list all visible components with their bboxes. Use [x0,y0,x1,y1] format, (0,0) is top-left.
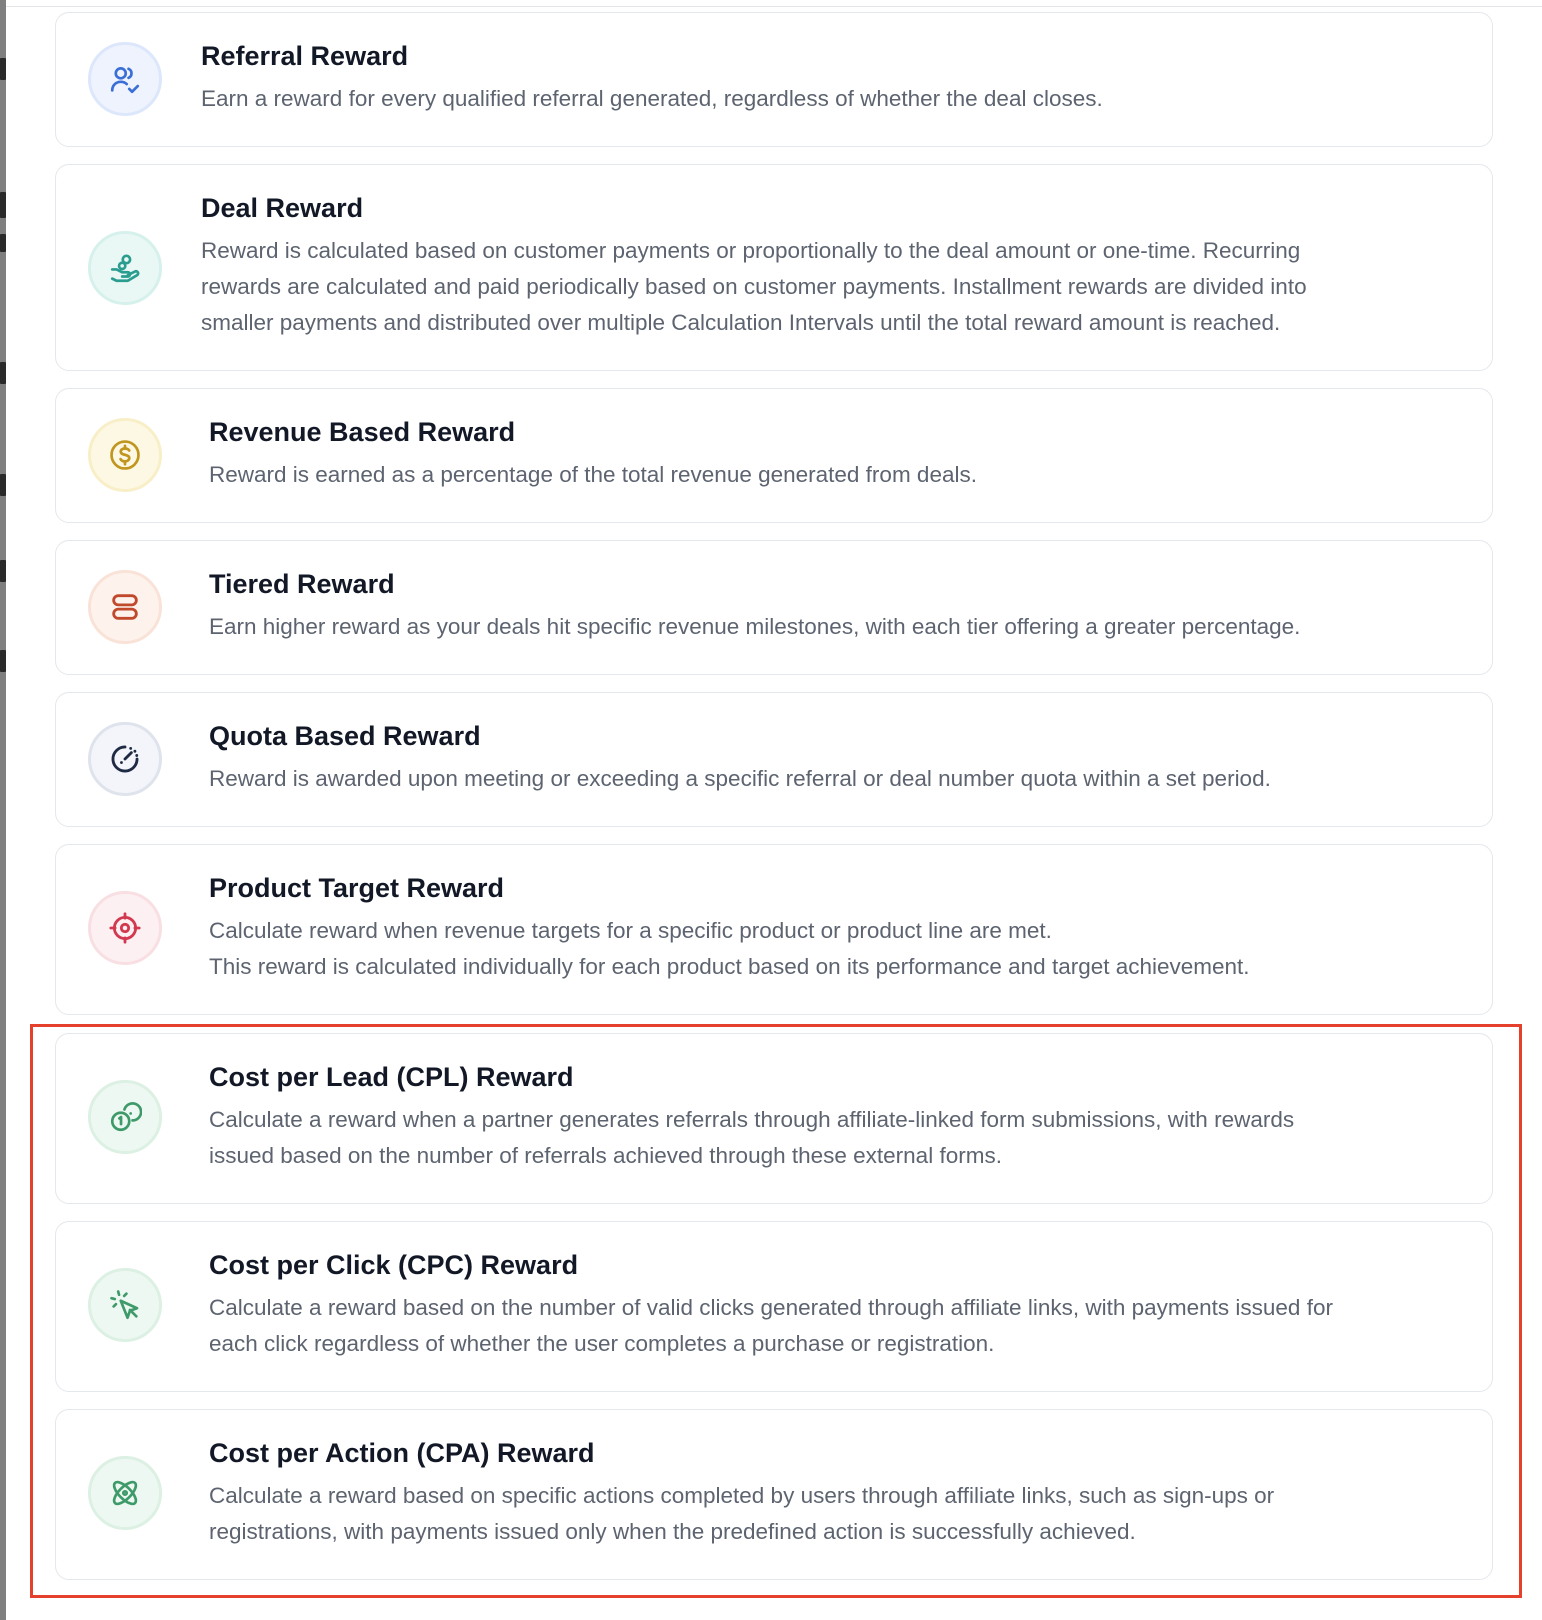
crosshair-icon [88,891,162,965]
reward-option-cpa[interactable]: Cost per Action (CPA) Reward Calculate a… [55,1409,1493,1580]
reward-description: Reward is earned as a percentage of the … [209,462,977,487]
reward-title: Deal Reward [201,193,364,223]
reward-description: Earn higher reward as your deals hit spe… [209,614,1301,639]
top-divider [6,6,1542,7]
reward-description: Calculate reward when revenue targets fo… [209,918,1250,979]
reward-option-cpl[interactable]: Cost per Lead (CPL) Reward Calculate a r… [55,1033,1493,1204]
hand-coins-icon [88,231,162,305]
reward-option-referral[interactable]: Referral Reward Earn a reward for every … [55,12,1493,147]
reward-title: Cost per Lead (CPL) Reward [209,1062,574,1092]
reward-title: Quota Based Reward [209,721,481,751]
reward-option-product-target[interactable]: Product Target Reward Calculate reward w… [55,844,1493,1015]
reward-option-cpc[interactable]: Cost per Click (CPC) Reward Calculate a … [55,1221,1493,1392]
reward-description: Calculate a reward when a partner genera… [209,1107,1295,1168]
background-panel-edge [0,0,6,1620]
reward-title: Referral Reward [201,41,409,71]
coins-icon [88,1080,162,1154]
reward-description: Calculate a reward based on the number o… [209,1295,1333,1356]
reward-description: Reward is calculated based on customer p… [201,238,1307,335]
tiers-icon [88,570,162,644]
dollar-circle-icon [88,418,162,492]
reward-description: Earn a reward for every qualified referr… [201,86,1103,111]
reward-title: Product Target Reward [209,873,505,903]
reward-title: Tiered Reward [209,569,395,599]
reward-option-quota-based[interactable]: Quota Based Reward Reward is awarded upo… [55,692,1493,827]
reward-description: Reward is awarded upon meeting or exceed… [209,766,1271,791]
reward-title: Cost per Click (CPC) Reward [209,1250,579,1280]
reward-option-tiered[interactable]: Tiered Reward Earn higher reward as your… [55,540,1493,675]
gauge-icon [88,722,162,796]
reward-option-deal[interactable]: Deal Reward Reward is calculated based o… [55,164,1493,371]
reward-option-revenue-based[interactable]: Revenue Based Reward Reward is earned as… [55,388,1493,523]
users-check-icon [88,42,162,116]
reward-title: Revenue Based Reward [209,417,516,447]
reward-title: Cost per Action (CPA) Reward [209,1438,595,1468]
reward-description: Calculate a reward based on specific act… [209,1483,1275,1544]
mouse-pointer-click-icon [88,1268,162,1342]
atom-icon [88,1456,162,1530]
